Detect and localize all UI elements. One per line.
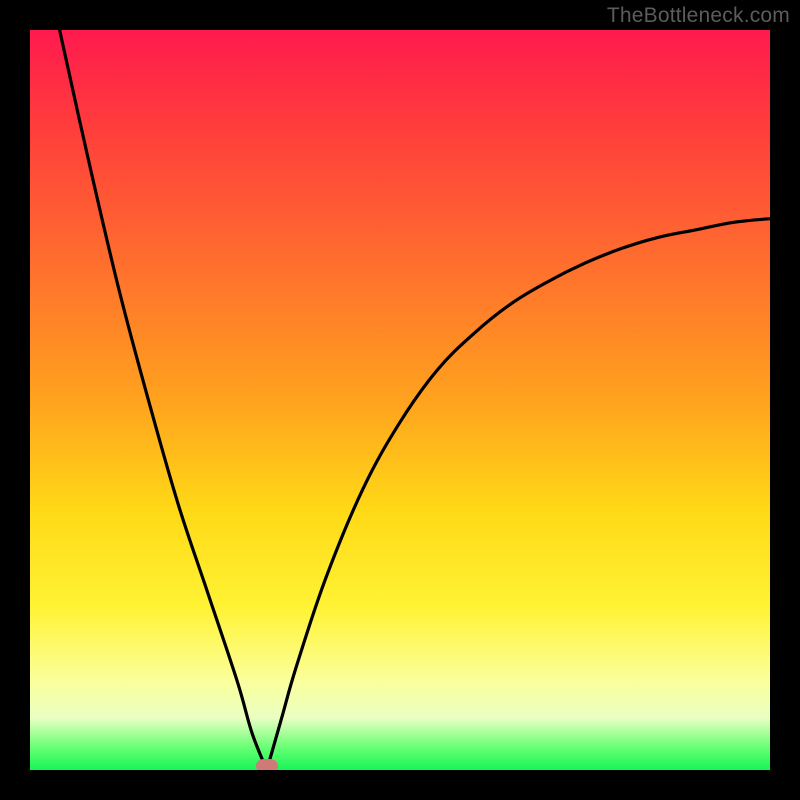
optimum-marker (256, 759, 278, 770)
bottleneck-curve (30, 30, 770, 770)
chart-frame: TheBottleneck.com (0, 0, 800, 800)
curve-left-branch (60, 30, 267, 770)
watermark-text: TheBottleneck.com (607, 4, 790, 28)
plot-area (30, 30, 770, 770)
curve-right-branch (267, 219, 770, 770)
